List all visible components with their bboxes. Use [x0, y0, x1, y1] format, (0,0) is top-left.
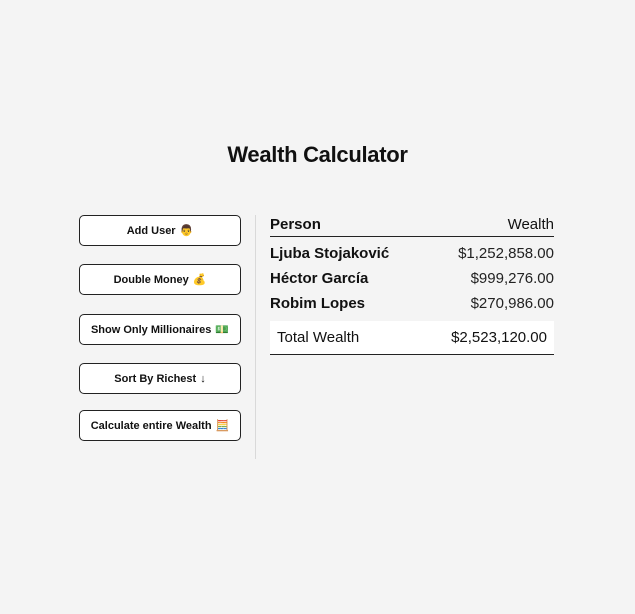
- person-name: Ljuba Stojaković: [270, 245, 390, 262]
- total-wealth-label: Total Wealth: [277, 329, 360, 346]
- calculate-wealth-button[interactable]: Calculate entire Wealth 🧮: [79, 410, 241, 441]
- table-header: Person Wealth: [270, 213, 554, 237]
- double-money-label: Double Money: [113, 273, 189, 286]
- double-money-button[interactable]: Double Money 💰: [79, 264, 241, 295]
- show-millionaires-button[interactable]: Show Only Millionaires 💵: [79, 314, 241, 345]
- money-bag-icon: 💰: [192, 274, 207, 286]
- table-row: Ljuba Stojaković $1,252,858.00: [270, 241, 554, 266]
- wealth-table: Person Wealth Ljuba Stojaković $1,252,85…: [270, 213, 554, 355]
- add-user-button[interactable]: Add User 👨: [79, 215, 241, 246]
- sort-richest-button[interactable]: Sort By Richest ↓: [79, 363, 241, 394]
- person-wealth: $1,252,858.00: [458, 245, 554, 262]
- person-name: Robim Lopes: [270, 295, 366, 312]
- total-wealth-value: $2,523,120.00: [451, 329, 547, 346]
- person-wealth: $999,276.00: [470, 270, 554, 287]
- table-row: Héctor García $999,276.00: [270, 266, 554, 291]
- arrow-down-icon: ↓: [200, 372, 206, 385]
- show-millionaires-label: Show Only Millionaires: [90, 323, 212, 336]
- header-wealth: Wealth: [507, 216, 554, 233]
- person-name: Héctor García: [270, 270, 369, 287]
- page-title: Wealth Calculator: [227, 142, 408, 167]
- calculate-wealth-label: Calculate entire Wealth: [90, 419, 212, 432]
- add-user-label: Add User: [126, 224, 176, 237]
- total-wealth-row: Total Wealth $2,523,120.00: [270, 321, 554, 355]
- person-list: Ljuba Stojaković $1,252,858.00 Héctor Ga…: [270, 241, 554, 316]
- dollar-banknote-icon: 💵: [215, 324, 230, 336]
- sort-richest-label: Sort By Richest: [114, 372, 197, 385]
- table-row: Robim Lopes $270,986.00: [270, 291, 554, 316]
- person-wealth: $270,986.00: [470, 295, 554, 312]
- abacus-icon: 🧮: [215, 420, 230, 432]
- man-icon: 👨: [179, 225, 194, 237]
- vertical-divider: [255, 215, 256, 459]
- header-person: Person: [270, 216, 321, 233]
